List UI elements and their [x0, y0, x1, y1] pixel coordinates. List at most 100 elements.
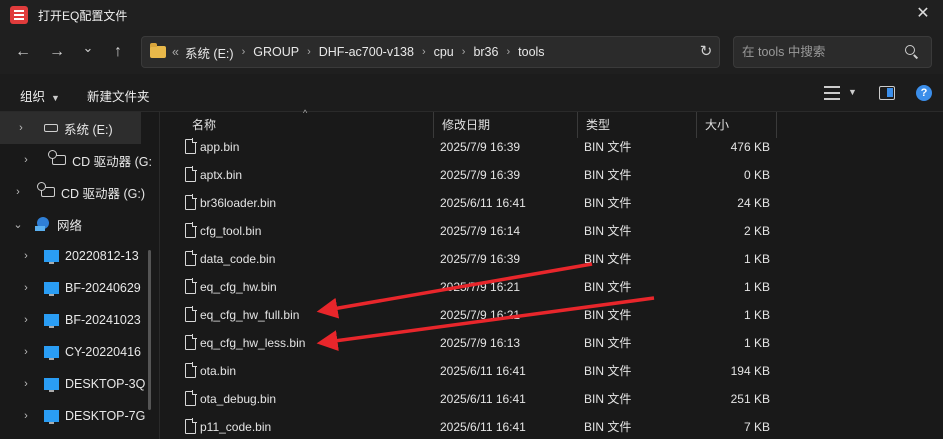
file-type: BIN 文件 — [584, 224, 632, 238]
file-modified: 2025/6/11 16:41 — [440, 196, 526, 210]
sidebar-item-label: CY-20220416 — [65, 345, 141, 359]
chevron-right-icon[interactable]: › — [19, 378, 33, 390]
preview-pane-icon[interactable] — [879, 86, 895, 100]
file-name: p11_code.bin — [200, 420, 272, 434]
computer-icon — [44, 378, 59, 392]
close-button[interactable]: ✕ — [913, 4, 933, 24]
file-name: eq_cfg_hw.bin — [200, 280, 277, 294]
file-type: BIN 文件 — [584, 280, 632, 294]
breadcrumb-item[interactable]: GROUP — [253, 45, 299, 59]
view-options-chevron-icon[interactable]: ▼ — [848, 87, 857, 97]
file-row[interactable]: ota.bin 2025/6/11 16:41 BIN 文件 194 KB — [160, 357, 943, 385]
breadcrumb-separator[interactable]: › — [242, 46, 246, 58]
forward-button[interactable]: → — [45, 40, 69, 64]
file-modified: 2025/6/11 16:41 — [440, 420, 526, 434]
organize-label: 组织 — [20, 90, 46, 104]
breadcrumb-separator[interactable]: › — [422, 46, 426, 58]
new-folder-button[interactable]: 新建文件夹 — [87, 86, 150, 105]
sidebar-item-cd-drive-root[interactable]: › CD 驱动器 (G:) — [0, 176, 152, 208]
chevron-right-icon[interactable]: › — [11, 186, 25, 198]
file-icon — [185, 362, 197, 378]
refresh-icon[interactable]: ↻ — [696, 42, 716, 62]
navigation-pane: › 系统 (E:) › CD 驱动器 (G: › CD 驱动器 (G:) ⌄ 网… — [0, 112, 160, 439]
computer-icon — [44, 250, 59, 264]
network-icon — [35, 217, 51, 231]
sidebar-scrollbar[interactable] — [148, 250, 151, 410]
file-row[interactable]: app.bin 2025/7/9 16:39 BIN 文件 476 KB — [160, 133, 943, 161]
up-button[interactable]: ↑ — [106, 40, 130, 64]
file-size: 24 KB — [737, 196, 770, 210]
computer-icon — [44, 314, 59, 328]
search-box[interactable] — [733, 36, 932, 68]
sidebar-item-system-drive[interactable]: › 系统 (E:) — [0, 112, 141, 144]
breadcrumb-separator[interactable]: › — [307, 46, 311, 58]
file-name: ota.bin — [200, 364, 237, 378]
file-modified: 2025/7/9 16:21 — [440, 308, 521, 322]
chevron-right-icon[interactable]: › — [19, 250, 33, 262]
file-name: eq_cfg_hw_full.bin — [200, 308, 300, 322]
help-icon[interactable]: ? — [916, 85, 932, 101]
file-list: ^ 名称 修改日期 类型 大小 app.bin 2025/7/9 16:39 BIN… — [160, 108, 943, 439]
sidebar-item-label: 系统 (E:) — [64, 122, 113, 137]
file-row[interactable]: eq_cfg_hw_less.bin 2025/7/9 16:13 BIN 文件 1 … — [160, 329, 943, 357]
breadcrumb-item[interactable]: DHF-ac700-v138 — [319, 45, 414, 59]
sidebar-item-computer[interactable]: › DESKTOP-3Q — [0, 368, 152, 400]
sidebar-item-cd-drive[interactable]: › CD 驱动器 (G: — [0, 144, 152, 176]
file-modified: 2025/7/9 16:13 — [440, 336, 521, 350]
file-row[interactable]: cfg_tool.bin 2025/7/9 16:14 BIN 文件 2 KB — [160, 217, 943, 245]
breadcrumb-item[interactable]: 系统 (E:) — [185, 43, 234, 62]
file-row[interactable]: data_code.bin 2025/7/9 16:39 BIN 文件 1 KB — [160, 245, 943, 273]
file-type: BIN 文件 — [584, 308, 632, 322]
details-view-icon[interactable] — [824, 86, 840, 100]
file-icon — [185, 390, 197, 406]
file-modified: 2025/6/11 16:41 — [440, 392, 526, 406]
breadcrumb-separator[interactable]: › — [506, 46, 510, 58]
file-row[interactable]: br36loader.bin 2025/6/11 16:41 BIN 文件 24 KB — [160, 189, 943, 217]
sidebar-item-computer[interactable]: › DESKTOP-7G — [0, 400, 152, 432]
chevron-right-icon[interactable]: › — [19, 346, 33, 358]
file-row[interactable]: eq_cfg_hw_full.bin 2025/7/9 16:21 BIN 文件 1 … — [160, 301, 943, 329]
file-size: 251 KB — [730, 392, 770, 406]
sidebar-item-computer[interactable]: › BF-20241023 — [0, 304, 152, 336]
sidebar-item-network[interactable]: ⌄ 网络 — [0, 208, 152, 240]
sidebar-item-label: CD 驱动器 (G: — [72, 154, 152, 169]
sidebar-item-label: DESKTOP-3Q — [65, 377, 146, 391]
chevron-right-icon[interactable]: › — [19, 154, 33, 166]
address-bar[interactable]: « 系统 (E:) › GROUP › DHF-ac700-v138 › cpu… — [141, 36, 720, 68]
breadcrumb-separator[interactable]: › — [462, 46, 466, 58]
file-type: BIN 文件 — [584, 168, 632, 182]
sidebar-item-computer[interactable]: › BF-20240629 — [0, 272, 152, 304]
file-type: BIN 文件 — [584, 140, 632, 154]
file-name: cfg_tool.bin — [200, 224, 262, 238]
back-button[interactable]: ← — [11, 40, 35, 64]
file-row[interactable]: p11_code.bin 2025/6/11 16:41 BIN 文件 7 KB — [160, 413, 943, 439]
folder-icon — [150, 43, 166, 58]
breadcrumb-item[interactable]: tools — [518, 45, 544, 59]
sidebar-item-computer[interactable]: › CY-20220416 — [0, 336, 152, 368]
file-row[interactable]: ota_debug.bin 2025/6/11 16:41 BIN 文件 251 KB — [160, 385, 943, 413]
chevron-right-icon[interactable]: › — [19, 282, 33, 294]
recent-locations-button[interactable]: ⌄ — [76, 36, 100, 60]
chevron-right-icon[interactable]: › — [19, 314, 33, 326]
navigation-bar: ← → ⌄ ↑ « 系统 (E:) › GROUP › DHF-ac700-v1… — [0, 30, 943, 74]
file-icon — [185, 334, 197, 350]
file-size: 7 KB — [743, 420, 770, 434]
file-size: 0 KB — [743, 168, 770, 182]
breadcrumb-item[interactable]: cpu — [434, 45, 454, 59]
file-icon — [185, 194, 197, 210]
organize-button[interactable]: 组织 ▼ — [20, 86, 60, 105]
file-icon — [185, 222, 197, 238]
breadcrumb-overflow[interactable]: « — [172, 45, 179, 59]
chevron-right-icon[interactable]: › — [14, 122, 28, 134]
chevron-right-icon[interactable]: › — [19, 410, 33, 422]
file-type: BIN 文件 — [584, 392, 632, 406]
breadcrumb-item[interactable]: br36 — [473, 45, 498, 59]
sidebar-item-computer[interactable]: › 20220812-13 — [0, 240, 152, 272]
file-name: br36loader.bin — [200, 196, 277, 210]
file-name: ota_debug.bin — [200, 392, 277, 406]
search-input[interactable] — [742, 43, 902, 61]
file-row[interactable]: aptx.bin 2025/7/9 16:39 BIN 文件 0 KB — [160, 161, 943, 189]
file-row[interactable]: eq_cfg_hw.bin 2025/7/9 16:21 BIN 文件 1 KB — [160, 273, 943, 301]
chevron-down-icon[interactable]: ⌄ — [11, 218, 25, 231]
search-icon[interactable] — [903, 43, 921, 61]
